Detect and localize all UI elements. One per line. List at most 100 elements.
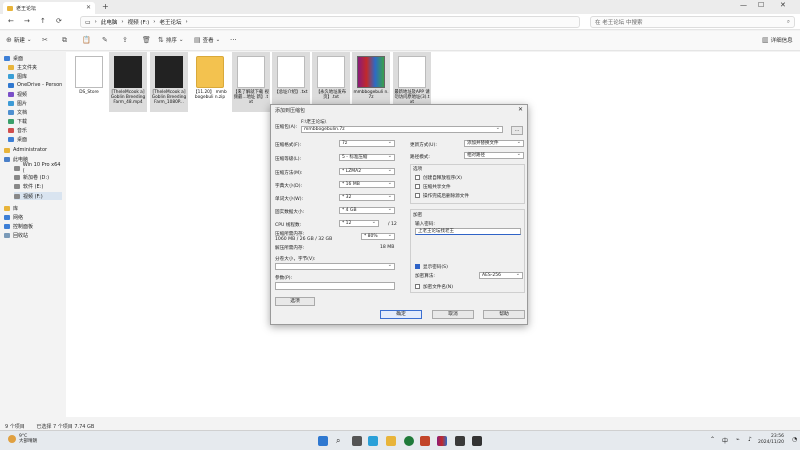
app-icon[interactable] [404, 436, 414, 446]
paste-icon[interactable]: 📋 [82, 36, 91, 44]
breadcrumb-drive[interactable]: 视频 (F:) [128, 18, 150, 26]
share-icon[interactable]: ⇪ [122, 36, 128, 44]
enc-method-select[interactable]: AES-256 [479, 271, 523, 279]
search-icon[interactable]: ⌕ [336, 436, 346, 446]
file-item[interactable]: 最新地址及APP 请勿访问原地址(3).txt [393, 52, 431, 112]
search-input[interactable]: 在 老王论坛 中搜索 ⌕ [590, 16, 795, 28]
sidebar-item-gallery[interactable]: 图库 [8, 72, 66, 80]
file-explorer-icon[interactable] [386, 436, 396, 446]
demem-label: 解压所需内存: [275, 246, 305, 251]
sort-button[interactable]: ⇅ 排序 ⌄ [158, 36, 184, 44]
text-file-icon [237, 56, 265, 88]
forward-icon[interactable]: → [24, 17, 30, 25]
winrar-icon[interactable] [437, 436, 447, 446]
delete-after-checkbox[interactable] [415, 193, 420, 198]
method-select[interactable]: * LZMA2 [339, 167, 395, 175]
help-button[interactable]: 帮助 [483, 310, 525, 319]
view-button[interactable]: ▤ 查看 ⌄ [194, 36, 220, 44]
sidebar-item-desktop-2[interactable]: 桌面 [8, 135, 66, 143]
password-input[interactable]: 上老王论坛找老王 [415, 228, 521, 235]
sidebar-item-downloads[interactable]: 下载 [8, 117, 66, 125]
encrypt-names-checkbox[interactable] [415, 284, 420, 289]
start-icon[interactable] [318, 436, 328, 446]
format-select[interactable]: 7z [339, 139, 395, 147]
clock[interactable]: 23:56 2024/11/20 [758, 434, 784, 446]
address-bar[interactable]: ▭ › 此电脑 › 视频 (F:) › 老王论坛 › [80, 16, 580, 28]
params-input[interactable] [275, 282, 395, 290]
cancel-button[interactable]: 取消 [432, 310, 474, 319]
ok-button[interactable]: 确定 [380, 310, 422, 319]
close-button[interactable]: ✕ [780, 1, 786, 9]
options-button[interactable]: 选项 [275, 297, 315, 306]
sidebar-item-home[interactable]: 主文件夹 [8, 63, 66, 71]
sidebar-item-network[interactable]: 网络 [4, 213, 62, 221]
more-button[interactable]: ··· [230, 36, 237, 44]
new-tab-button[interactable]: + [102, 2, 109, 11]
file-item[interactable]: 【来了解就下载 视频最…地址 新】.txt [232, 52, 270, 112]
sidebar-item-desktop[interactable]: 桌面 [4, 54, 62, 62]
terminal-icon[interactable] [472, 436, 482, 446]
sidebar-item-administrator[interactable]: Administrator [4, 146, 62, 154]
file-item[interactable]: 【11.20】 mmbbogebuli n.zip [191, 52, 229, 112]
notification-icon[interactable]: ◔ [792, 436, 797, 443]
close-icon[interactable]: ✕ [518, 106, 523, 113]
weather-widget[interactable]: 9°C 大部晴朗 [8, 434, 37, 444]
tab-laowang[interactable]: 老王论坛 ✕ [3, 2, 95, 14]
sidebar-item-libraries[interactable]: 库 [4, 204, 62, 212]
sidebar-item-onedrive[interactable]: OneDrive - Person [8, 81, 66, 89]
browse-button[interactable]: ... [511, 126, 523, 135]
level-select[interactable]: 5 - 标准压缩 [339, 153, 395, 161]
word-select[interactable]: * 32 [339, 193, 395, 201]
file-item[interactable]: [TheleMcook a] Goblin Breeding Farm_48.m… [109, 52, 147, 112]
task-view-icon[interactable] [352, 436, 362, 446]
breadcrumb-pc[interactable]: 此电脑 [101, 18, 118, 26]
sidebar-item-drive-f[interactable]: 视频 (F:) [14, 192, 62, 200]
sidebar-item-drive-e[interactable]: 软件 (E:) [14, 182, 62, 190]
details-button[interactable]: ▥ 详细信息 [762, 36, 793, 44]
cut-icon[interactable]: ✂ [42, 36, 48, 44]
minimize-button[interactable]: — [740, 1, 747, 9]
up-icon[interactable]: ↑ [40, 17, 46, 25]
refresh-icon[interactable]: ⟳ [56, 17, 62, 25]
sidebar-item-documents[interactable]: 文档 [8, 108, 66, 116]
split-select[interactable] [275, 262, 395, 270]
delete-icon[interactable]: 🗑 [142, 36, 151, 44]
sidebar-item-drive-d[interactable]: 新加卷 (D:) [14, 173, 62, 181]
sidebar-item-videos[interactable]: 视频 [8, 90, 66, 98]
file-item[interactable]: DS_Store [70, 52, 108, 112]
pathmode-label: 路径模式: [410, 155, 430, 160]
update-select[interactable]: 添加并替换文件 [464, 139, 524, 147]
file-item[interactable]: [TheleMcook a] Goblin Breeding Farm_1080… [150, 52, 188, 112]
maximize-button[interactable]: ☐ [758, 1, 764, 9]
back-icon[interactable]: ← [8, 17, 14, 25]
archive-name-field[interactable]: mmbbogebulin.7z [301, 125, 503, 133]
copy-icon[interactable]: ⧉ [62, 36, 67, 45]
cpu-select[interactable]: * 12 [339, 219, 379, 227]
language-indicator[interactable]: 中 [722, 436, 728, 445]
sidebar-item-recycle-bin[interactable]: 回收站 [4, 231, 62, 239]
app-icon[interactable] [420, 436, 430, 446]
dict-select[interactable]: * 16 MB [339, 180, 395, 188]
new-button[interactable]: ⊕ 新建 ⌄ [6, 36, 32, 44]
sidebar-item-drive-c[interactable]: Win 10 Pro x64 ( [14, 162, 62, 174]
solid-select[interactable]: * 4 GB [339, 206, 395, 214]
sfx-checkbox[interactable] [415, 175, 420, 180]
volume-icon[interactable]: ♪ [748, 436, 752, 443]
pathmode-select[interactable]: 相对路径 [464, 151, 524, 159]
file-item[interactable]: 【总址介绍】.txt [272, 52, 310, 112]
sidebar-item-music[interactable]: 音乐 [8, 126, 66, 134]
sidebar-item-pictures[interactable]: 图片 [8, 99, 66, 107]
breadcrumb-folder[interactable]: 老王论坛 [159, 18, 181, 26]
sidebar-item-control-panel[interactable]: 控制面板 [4, 222, 62, 230]
show-password-checkbox[interactable] [415, 264, 420, 269]
file-item[interactable]: 【永久地址发布页】.txt [312, 52, 350, 112]
shared-checkbox[interactable] [415, 184, 420, 189]
file-item[interactable]: mmbbogebuli n.7z [352, 52, 390, 112]
app-icon[interactable] [455, 436, 465, 446]
network-icon[interactable]: ⌁ [736, 436, 740, 443]
tray-chevron-icon[interactable]: ⌃ [710, 436, 715, 443]
tab-close-icon[interactable]: ✕ [86, 4, 91, 11]
edge-icon[interactable] [368, 436, 378, 446]
rename-icon[interactable]: ✎ [102, 36, 108, 44]
mem-select[interactable]: * 80% [361, 232, 395, 240]
